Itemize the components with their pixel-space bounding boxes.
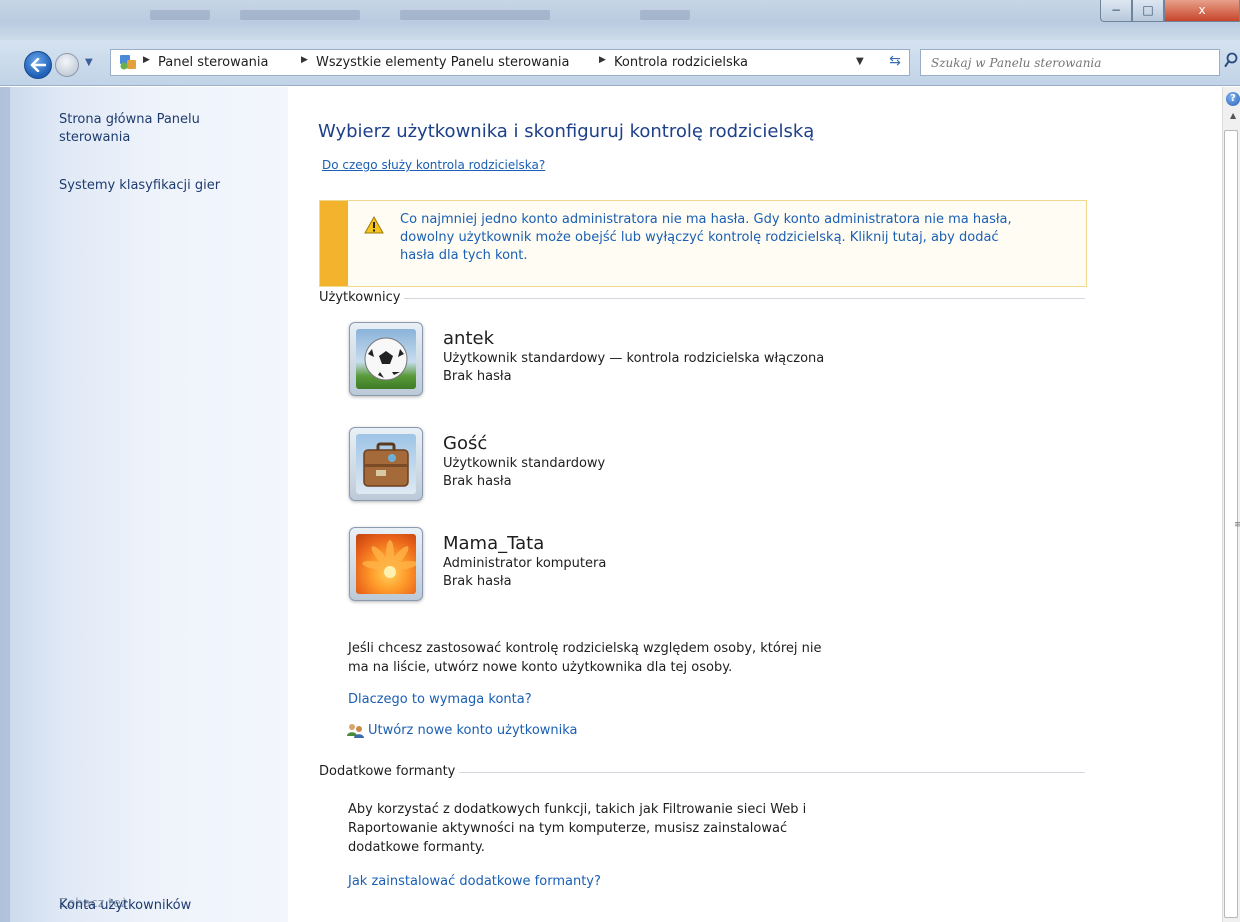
sidebar-home-link-line1: Strona główna Panelu — [59, 112, 200, 127]
suitcase-icon — [356, 434, 416, 494]
user-password-status: Brak hasła — [443, 574, 512, 589]
user-avatar[interactable] — [349, 527, 423, 601]
help-icon[interactable]: ? — [1226, 92, 1240, 106]
scroll-up-icon[interactable]: ▲ — [1230, 111, 1236, 120]
user-password-status: Brak hasła — [443, 369, 512, 384]
additional-controls-heading: Dodatkowe formanty — [319, 764, 460, 779]
new-account-info-line: ma na liście, utwórz nowe konto użytkown… — [348, 660, 733, 675]
additional-info-line: Aby korzystać z dodatkowych funkcji, tak… — [348, 802, 807, 817]
maximize-button[interactable]: □ — [1132, 0, 1164, 22]
close-icon: x — [1198, 3, 1206, 17]
search-box[interactable] — [920, 49, 1220, 76]
user-type: Użytkownik standardowy — [443, 456, 606, 471]
history-dropdown-icon[interactable]: ▼ — [85, 57, 97, 71]
sidebar — [0, 87, 288, 922]
close-button[interactable]: x — [1164, 0, 1240, 22]
navigation-bar: ▼ ▶ Panel sterowania ▶ Wszystkie element… — [0, 40, 1240, 86]
help-link[interactable]: Do czego służy kontrola rodzicielska? — [322, 158, 545, 172]
window-title-bar[interactable]: − □ x — [0, 0, 1240, 40]
additional-info-line: dodatkowe formanty. — [348, 840, 485, 855]
back-arrow-icon — [30, 58, 46, 72]
user-tile-antek[interactable]: antek Użytkownik standardowy — kontrola … — [349, 322, 949, 402]
user-avatar[interactable] — [349, 427, 423, 501]
warning-text-line: hasła dla tych kont. — [400, 248, 528, 263]
address-bar[interactable]: ▶ Panel sterowania ▶ Wszystkie elementy … — [110, 49, 910, 76]
minimize-icon: − — [1110, 3, 1122, 17]
address-dropdown-icon[interactable]: ▼ — [856, 56, 864, 67]
user-tile-guest[interactable]: Gość Użytkownik standardowy Brak hasła — [349, 427, 949, 507]
breadcrumb-separator-icon[interactable]: ▶ — [301, 55, 308, 65]
scrollbar-grip-icon: ≡ — [1234, 520, 1240, 530]
warning-text-line: Co najmniej jedno konto administratora n… — [400, 212, 1012, 227]
sidebar-game-ratings-link[interactable]: Systemy klasyfikacji gier — [59, 177, 269, 195]
user-type: Użytkownik standardowy — kontrola rodzic… — [443, 351, 825, 366]
search-input[interactable] — [921, 50, 1191, 75]
soccer-ball-icon — [356, 329, 416, 389]
install-controls-link[interactable]: Jak zainstalować dodatkowe formanty? — [348, 874, 601, 889]
user-name[interactable]: antek — [443, 328, 494, 349]
warning-banner[interactable]: Co najmniej jedno konto administratora n… — [319, 200, 1087, 287]
additional-info-line: Raportowanie aktywności na tym komputerz… — [348, 821, 788, 836]
user-tile-mama-tata[interactable]: Mama_Tata Administrator komputera Brak h… — [349, 527, 949, 607]
sidebar-home-link[interactable]: Strona główna Panelu sterowania — [59, 111, 269, 147]
user-avatar[interactable] — [349, 322, 423, 396]
user-accounts-link[interactable]: Konta użytkowników — [59, 897, 269, 915]
breadcrumb-separator-icon: ▶ — [143, 55, 150, 65]
breadcrumb-all-items[interactable]: Wszystkie elementy Panelu sterowania — [316, 55, 569, 70]
sidebar-home-link-line2: sterowania — [59, 130, 131, 145]
forward-button[interactable] — [55, 53, 79, 77]
minimize-button[interactable]: − — [1100, 0, 1132, 22]
breadcrumb-control-panel[interactable]: Panel sterowania — [158, 55, 269, 70]
new-account-info-line: Jeśli chcesz zastosować kontrolę rodzici… — [348, 641, 822, 656]
sidebar-edge — [0, 87, 10, 922]
breadcrumb-parental-controls[interactable]: Kontrola rodzicielska — [614, 55, 748, 70]
user-type: Administrator komputera — [443, 556, 607, 571]
title-blur — [640, 10, 690, 20]
refresh-icon[interactable]: ⇆ — [882, 50, 908, 73]
section-divider — [319, 298, 1085, 299]
control-panel-icon — [120, 55, 136, 70]
users-section-heading: Użytkownicy — [319, 290, 405, 305]
add-users-icon — [347, 724, 364, 738]
user-password-status: Brak hasła — [443, 474, 512, 489]
user-name[interactable]: Gość — [443, 433, 487, 454]
title-blur — [240, 10, 360, 20]
title-blur — [150, 10, 210, 20]
maximize-icon: □ — [1142, 3, 1154, 17]
main-content: Wybierz użytkownika i skonfiguruj kontro… — [288, 87, 1222, 922]
warning-icon — [364, 216, 384, 234]
search-icon[interactable] — [1224, 52, 1238, 68]
back-button[interactable] — [24, 51, 52, 79]
warning-text-line: dowolny użytkownik może obejść lub wyłąc… — [400, 230, 999, 245]
user-name[interactable]: Mama_Tata — [443, 533, 544, 554]
page-title: Wybierz użytkownika i skonfiguruj kontro… — [318, 121, 815, 142]
title-blur — [400, 10, 550, 20]
flower-icon — [356, 534, 416, 594]
why-account-link[interactable]: Dlaczego to wymaga konta? — [348, 692, 532, 707]
create-account-link[interactable]: Utwórz nowe konto użytkownika — [368, 723, 578, 738]
breadcrumb-separator-icon[interactable]: ▶ — [599, 55, 606, 65]
warning-stripe — [320, 201, 348, 286]
